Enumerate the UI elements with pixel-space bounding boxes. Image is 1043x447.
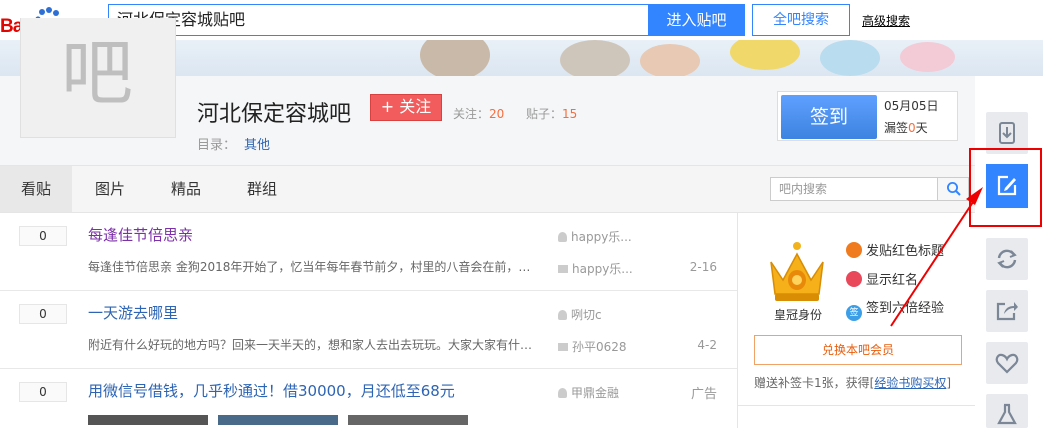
post-stat: 贴子：15 <box>526 105 577 122</box>
share-button[interactable] <box>986 290 1028 332</box>
privilege-label: 签到六倍经验 <box>866 301 945 316</box>
forum-avatar: 吧 <box>20 18 176 138</box>
ad-title-link[interactable]: 用微信号借钱，几乎秒通过！借30000，月还低至68元 <box>88 380 455 401</box>
last-replier-name[interactable]: 孙平0628 <box>572 340 627 354</box>
reply-bubble-icon <box>558 343 568 351</box>
privilege-sign-exp: 签签到六倍经验 <box>846 297 944 321</box>
thread-row: 0 每逢佳节倍思亲 每逢佳节倍思亲 金狗2018年开始了，忆当年每年春节前夕，村… <box>0 213 737 291</box>
author-icon <box>558 310 567 320</box>
enter-forum-button[interactable]: 进入贴吧 <box>648 4 745 36</box>
highlight-box <box>969 148 1042 227</box>
last-reply-date: 2-16 <box>689 260 717 274</box>
missed-count: 0 <box>908 121 916 135</box>
missed-prefix: 漏签 <box>884 121 909 135</box>
ad-thumbnail[interactable] <box>88 415 208 425</box>
signin-button[interactable]: 签到 <box>781 95 877 139</box>
signin-missed-days: 漏签0天 <box>884 119 928 136</box>
last-replier-name[interactable]: happy乐... <box>572 262 633 276</box>
thread-abstract: 每逢佳节倍思亲 金狗2018年开始了，忆当年每年春节前夕，村里的八音会在前，后.… <box>88 260 533 274</box>
ad-thumbnail[interactable] <box>218 415 338 425</box>
forum-search-input[interactable]: 吧内搜索 <box>770 177 938 201</box>
privilege-label: 显示红名 <box>866 273 919 288</box>
author-icon <box>558 232 567 242</box>
favorite-heart-icon <box>995 353 1019 374</box>
follow-stat: 关注：20 <box>453 105 504 122</box>
last-reply-date: 4-2 <box>697 338 717 352</box>
advanced-search-link[interactable]: 高级搜索 <box>862 12 910 29</box>
redeem-membership-button[interactable]: 兑换本吧会员 <box>754 335 962 365</box>
thread-author[interactable]: happy乐... <box>558 228 632 245</box>
thread-title-link[interactable]: 每逢佳节倍思亲 <box>88 224 193 245</box>
missed-suffix: 天 <box>915 121 928 135</box>
sign-exp-icon: 签 <box>846 305 862 321</box>
last-replier[interactable]: happy乐... <box>558 260 633 277</box>
forum-catalog: 目录： 其他 <box>197 134 270 153</box>
signin-panel: 签到 05月05日 漏签0天 <box>777 91 958 141</box>
red-title-icon <box>846 242 862 258</box>
tab-threads[interactable]: 看贴 <box>0 166 72 212</box>
reply-bubble-icon <box>558 265 568 273</box>
sidebar-divider <box>737 405 975 406</box>
reply-count-badge: 0 <box>19 382 67 402</box>
follow-stat-label: 关注： <box>453 107 490 121</box>
privilege-label: 发贴红色标题 <box>866 244 945 259</box>
forum-title[interactable]: 河北保定容城吧 <box>197 96 351 128</box>
favorite-button[interactable] <box>986 342 1028 384</box>
last-replier[interactable]: 孙平0628 <box>558 338 627 355</box>
ad-thumbnail[interactable] <box>348 415 468 425</box>
ad-thread-row: 0 用微信号借钱，几乎秒通过！借30000，月还低至68元 甲鼎金融 广告 <box>0 369 737 447</box>
note-prefix: 赠送补签卡1张，获得[ <box>754 376 875 390</box>
author-name[interactable]: 甲鼎金融 <box>571 386 619 400</box>
search-all-forums-button[interactable]: 全吧搜索 <box>752 4 850 36</box>
thread-abstract: 附近有什么好玩的地方吗？回来一天半天的，想和家人去出去玩玩。大家大家有什么... <box>88 338 533 352</box>
lab-button[interactable] <box>986 394 1028 428</box>
share-icon <box>996 302 1018 321</box>
crown-icon <box>770 242 824 301</box>
follow-stat-count: 20 <box>489 107 505 121</box>
refresh-button[interactable] <box>986 238 1028 280</box>
thread-row: 0 一天游去哪里 附近有什么好玩的地方吗？回来一天半天的，想和家人去出去玩玩。大… <box>0 291 737 369</box>
download-icon <box>999 122 1015 144</box>
reply-count-badge: 0 <box>19 226 67 246</box>
post-stat-count: 15 <box>562 107 578 121</box>
author-name[interactable]: 咧切c <box>571 308 602 322</box>
ad-tag: 广告 <box>690 387 717 402</box>
tab-pictures[interactable]: 图片 <box>80 166 140 212</box>
thread-list: 0 每逢佳节倍思亲 每逢佳节倍思亲 金狗2018年开始了，忆当年每年春节前夕，村… <box>0 213 737 428</box>
note-suffix: ] <box>946 376 952 390</box>
privilege-red-title: 发贴红色标题 <box>846 240 944 259</box>
post-stat-label: 贴子： <box>526 107 563 121</box>
lab-flask-icon <box>997 403 1017 425</box>
search-icon <box>947 182 961 196</box>
follow-button[interactable]: + 关注 <box>370 94 442 121</box>
author-icon <box>558 388 567 398</box>
avatar-char: 吧 <box>61 31 134 115</box>
tab-groups[interactable]: 群组 <box>232 166 292 212</box>
signin-date: 05月05日 <box>884 99 939 113</box>
membership-note: 赠送补签卡1张，获得[经验书购买权] <box>754 374 951 391</box>
search-input[interactable]: 河北保定容城贴吧 <box>108 4 649 36</box>
red-name-icon <box>846 271 862 287</box>
exp-book-link[interactable]: 经验书购买权 <box>874 376 946 390</box>
privilege-red-name: 显示红名 <box>846 269 918 288</box>
thread-author[interactable]: 咧切c <box>558 306 602 323</box>
tab-featured[interactable]: 精品 <box>156 166 216 212</box>
refresh-icon <box>997 249 1017 269</box>
catalog-link[interactable]: 其他 <box>244 138 270 153</box>
forum-search-button[interactable] <box>937 177 969 201</box>
catalog-label: 目录： <box>197 138 237 153</box>
ad-author[interactable]: 甲鼎金融 <box>558 384 619 401</box>
crown-identity-label: 皇冠身份 <box>774 308 823 322</box>
thread-title-link[interactable]: 一天游去哪里 <box>88 302 178 323</box>
author-name[interactable]: happy乐... <box>571 230 632 244</box>
reply-count-badge: 0 <box>19 304 67 324</box>
